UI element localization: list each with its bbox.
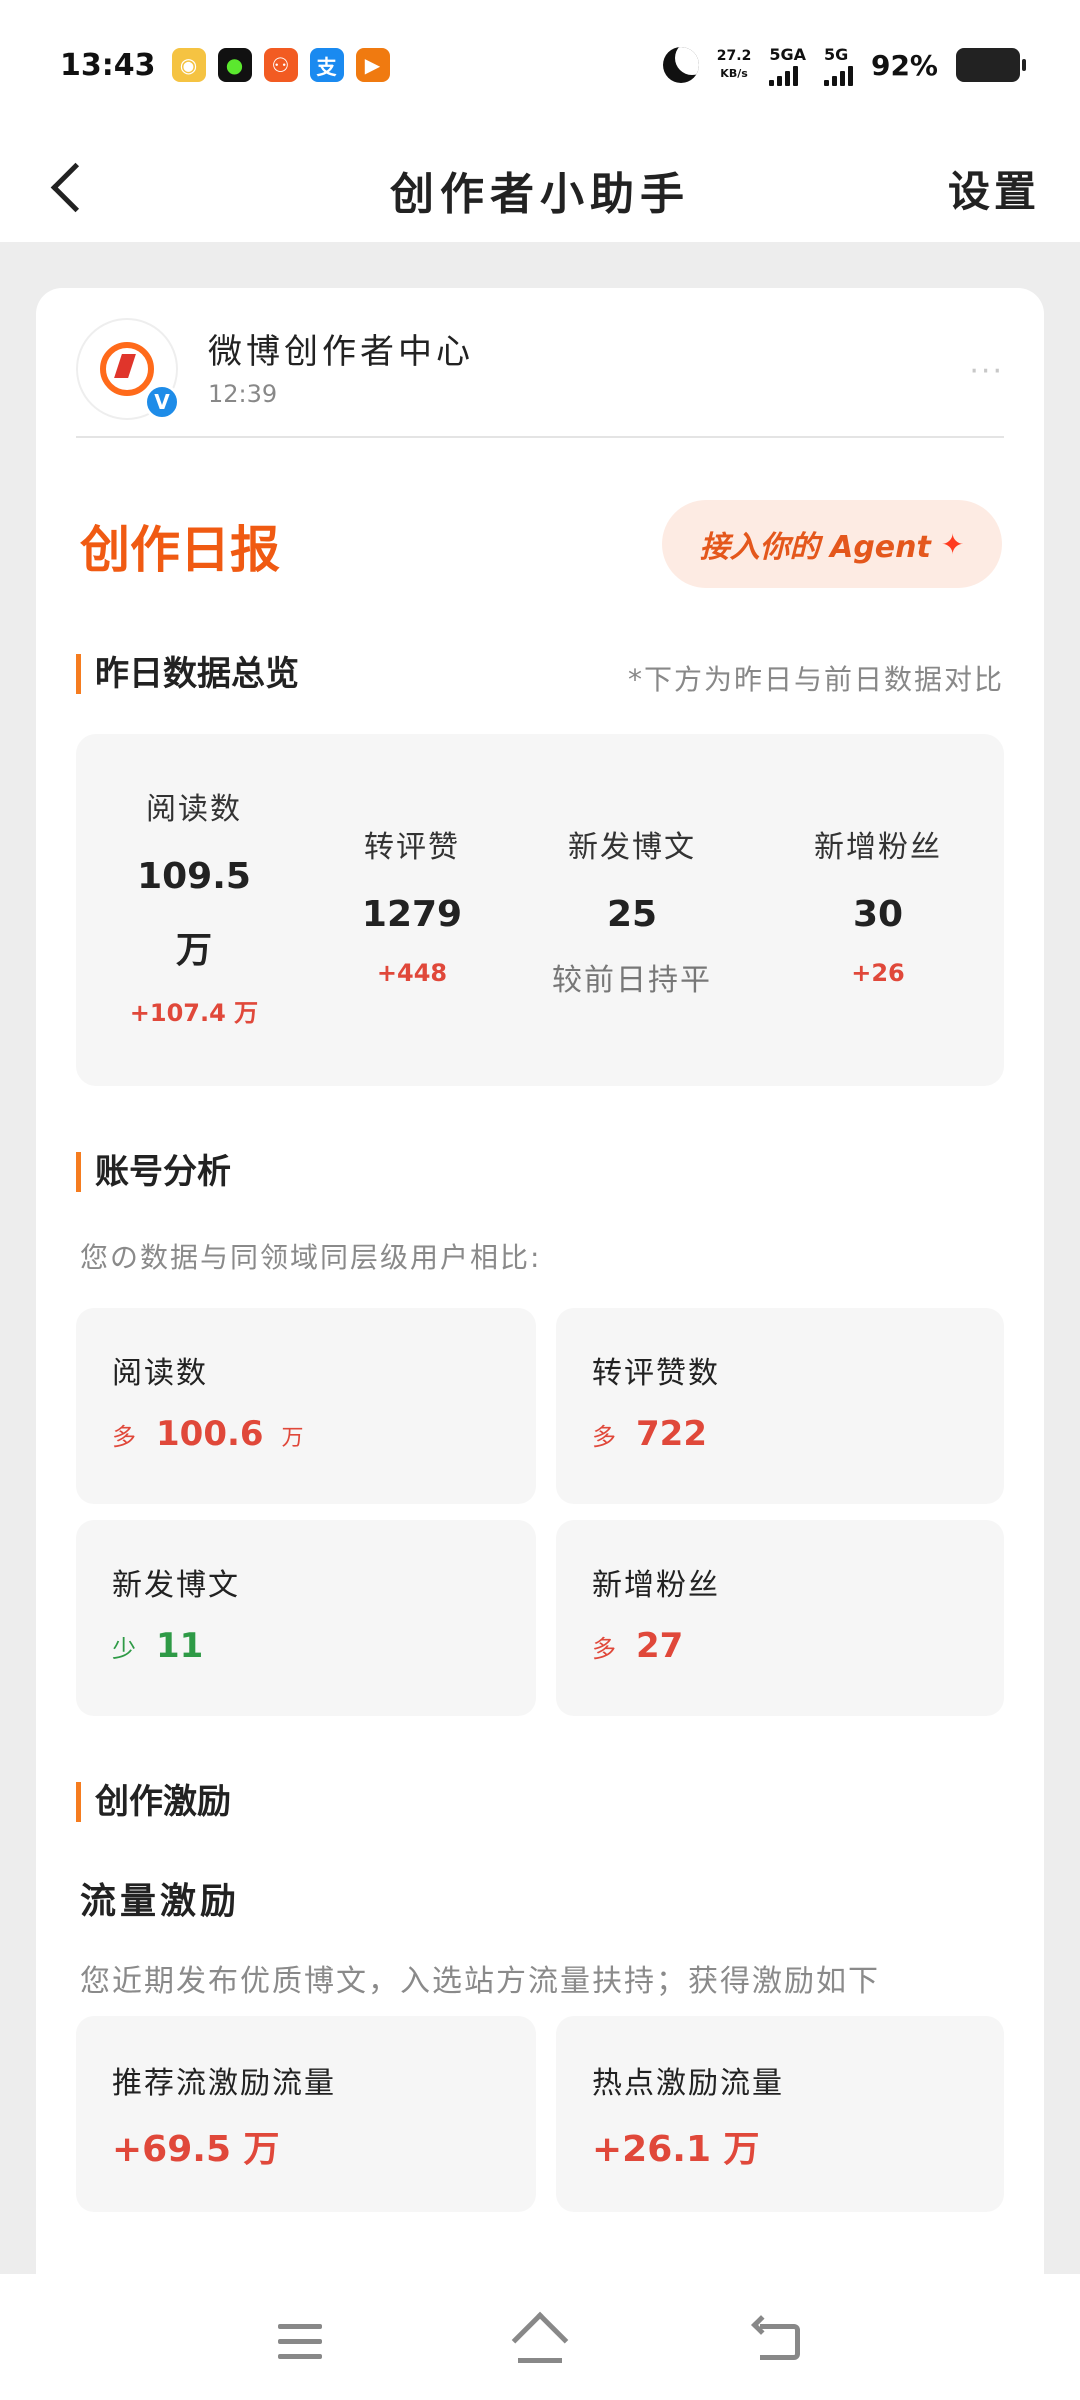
network-speed: 27.2 KB/s: [717, 47, 752, 83]
reward-label: 推荐流激励流量: [112, 2066, 336, 2101]
flow-incentive-title: 流量激励: [80, 1881, 241, 1922]
status-bar: 13:43 ◉ ● ⚇ 支 ▶ 27.2 KB/s 5GA 5G 92%: [0, 0, 1080, 130]
signal-bars-icon: [823, 64, 853, 86]
account-name[interactable]: 微博创作者中心: [208, 324, 474, 373]
creator-center-logo-icon: [100, 342, 154, 396]
stat-value: 25: [606, 894, 658, 935]
stat-value: 109.5: [137, 856, 251, 897]
flow-incentive-intro: 您近期发布优质博文，入选站方流量扶持；获得激励如下: [80, 1964, 880, 1999]
analysis-tile-reads[interactable]: 阅读数 多 100.6 万: [76, 1308, 536, 1504]
stat-value-unit: 万: [175, 930, 212, 971]
battery-icon: [956, 48, 1026, 82]
incentive-section-title: 创作激励: [76, 1782, 231, 1822]
stat-label: 新发博文: [568, 830, 696, 865]
stat-value: 30: [852, 894, 904, 935]
tile-value: 27: [636, 1626, 684, 1666]
stat-new-followers[interactable]: 新增粉丝 30 +26: [752, 734, 1004, 1086]
overview-section-title: 昨日数据总览: [76, 654, 299, 694]
tile-value-row: 多 100.6 万: [112, 1414, 304, 1454]
analysis-intro: 您の数据与同领域同层级用户相比:: [80, 1241, 542, 1274]
reward-tile-hot[interactable]: 热点激励流量 +26.1 万: [556, 2016, 1004, 2212]
system-navigation-bar: [0, 2274, 1080, 2400]
analysis-section-title: 账号分析: [76, 1152, 231, 1192]
status-indicators: 27.2 KB/s 5GA 5G 92%: [662, 44, 1026, 86]
reward-value: +69.5 万: [112, 2129, 280, 2170]
orange-app-icon: ⚇: [263, 48, 298, 82]
tile-label: 新发博文: [112, 1568, 240, 1603]
stat-interactions[interactable]: 转评赞 1279 +448: [312, 734, 512, 1086]
tile-comparison: 少: [112, 1635, 136, 1663]
report-title: 创作日报: [80, 521, 280, 579]
analysis-tile-new-followers[interactable]: 新增粉丝 多 27: [556, 1520, 1004, 1716]
battery-percent: 92%: [870, 48, 938, 82]
signal-1: 5GA: [769, 45, 806, 86]
network-speed-unit: KB/s: [720, 67, 748, 80]
status-time: 13:43: [60, 47, 156, 83]
network-speed-value: 27.2: [716, 48, 752, 64]
reward-label: 热点激励流量: [592, 2066, 784, 2101]
page-title: 创作者小助手: [390, 169, 690, 220]
tile-value: 722: [636, 1414, 707, 1454]
stat-new-posts[interactable]: 新发博文 25 较前日持平: [512, 734, 752, 1086]
do-not-disturb-icon: [662, 47, 699, 83]
overview-stats: 阅读数 109.5 万 +107.4 万 转评赞 1279 +448 新发博文 …: [76, 734, 1004, 1086]
sparkle-icon: ✦: [940, 527, 965, 561]
stat-reads[interactable]: 阅读数 109.5 万 +107.4 万: [76, 734, 312, 1086]
more-options-button[interactable]: ···: [969, 354, 1004, 389]
stat-label: 阅读数: [146, 792, 242, 827]
tile-value: 11: [156, 1626, 204, 1666]
tile-value: 100.6: [156, 1414, 264, 1454]
signal-2: 5G: [823, 44, 853, 86]
stat-label: 转评赞: [364, 830, 460, 865]
verified-badge-icon: V: [144, 384, 180, 420]
tile-label: 阅读数: [112, 1356, 208, 1391]
home-icon[interactable]: [510, 2311, 570, 2372]
tile-comparison: 多: [112, 1423, 136, 1451]
account-header: V 微博创作者中心 12:39 ···: [76, 318, 1004, 438]
avatar[interactable]: V: [76, 318, 180, 420]
tile-value-row: 多 722: [592, 1414, 707, 1454]
connect-agent-label: 接入你的 Agent: [699, 530, 931, 565]
back-icon[interactable]: [750, 2312, 810, 2372]
tile-value-row: 多 27: [592, 1626, 683, 1666]
alipay-app-icon: 支: [309, 48, 344, 82]
tile-value-row: 少 11: [112, 1626, 203, 1666]
weibo-app-icon: ◉: [171, 48, 206, 82]
reward-tile-recommend[interactable]: 推荐流激励流量 +69.5 万: [76, 2016, 536, 2212]
navigation-bar: 创作者小助手 设置: [0, 130, 1080, 242]
tile-label: 新增粉丝: [592, 1568, 720, 1603]
connect-agent-button[interactable]: 接入你的 Agent ✦: [662, 500, 1002, 588]
stat-label: 新增粉丝: [814, 830, 942, 865]
signal-bars-icon: [769, 64, 799, 86]
stat-delta: +26: [851, 959, 905, 987]
reward-value: +26.1 万: [592, 2129, 760, 2170]
green-app-icon: ●: [217, 48, 252, 82]
tile-unit: 万: [281, 1426, 304, 1451]
stat-delta: 较前日持平: [552, 963, 712, 998]
settings-button[interactable]: 设置: [948, 158, 1040, 219]
analysis-tile-interactions[interactable]: 转评赞数 多 722: [556, 1308, 1004, 1504]
analysis-tile-new-posts[interactable]: 新发博文 少 11: [76, 1520, 536, 1716]
message-time: 12:39: [208, 380, 278, 408]
overview-note: *下方为昨日与前日数据对比: [627, 663, 1004, 696]
stat-delta: +448: [376, 959, 448, 987]
stat-delta: +107.4 万: [129, 999, 259, 1027]
tile-comparison: 多: [592, 1423, 616, 1451]
daily-report-card: V 微博创作者中心 12:39 ··· 创作日报 接入你的 Agent ✦ 昨日…: [36, 288, 1044, 2400]
signal-1-label: 5GA: [769, 44, 806, 64]
tile-label: 转评赞数: [592, 1356, 720, 1391]
tile-comparison: 多: [592, 1635, 616, 1663]
signal-2-label: 5G: [823, 44, 849, 64]
menu-icon[interactable]: [270, 2312, 330, 2372]
stat-value: 1279: [361, 894, 463, 935]
tv-app-icon: ▶: [355, 48, 390, 82]
